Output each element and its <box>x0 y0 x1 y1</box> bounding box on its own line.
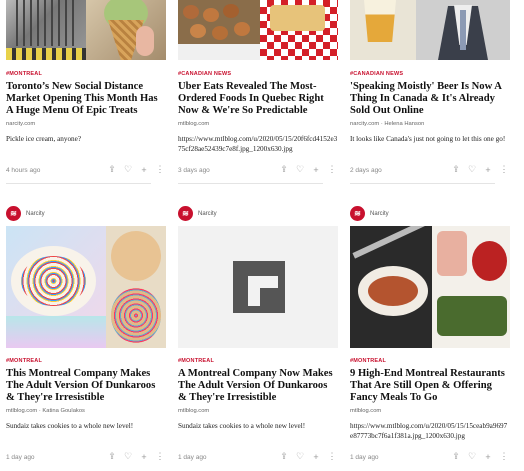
share-icon[interactable]: ⇪ <box>106 164 118 175</box>
article-source: mtlblog.com <box>178 121 210 127</box>
share-icon[interactable]: ⇪ <box>450 164 462 175</box>
article-actions: ⇪ ♡ + ⋮ <box>450 164 510 175</box>
article-title[interactable]: Toronto’s New Social Distance Market Ope… <box>6 81 166 117</box>
article-image[interactable] <box>178 226 338 348</box>
article-tag[interactable]: #CANADIAN NEWS <box>178 71 231 77</box>
article-tag[interactable]: #MONTREAL <box>350 358 386 364</box>
share-icon[interactable]: ⇪ <box>106 451 118 462</box>
divider <box>6 183 151 184</box>
share-icon[interactable]: ⇪ <box>278 164 290 175</box>
article-source: mtlblog.com <box>178 408 210 414</box>
article-title[interactable]: Uber Eats Revealed The Most-Ordered Food… <box>178 81 338 117</box>
divider <box>350 183 495 184</box>
article-title[interactable]: A Montreal Company Now Makes The Adult V… <box>178 368 338 404</box>
more-icon[interactable]: ⋮ <box>154 164 166 175</box>
flipboard-placeholder-icon <box>233 261 285 313</box>
plus-icon[interactable]: + <box>138 165 150 175</box>
heart-icon[interactable]: ♡ <box>122 451 134 462</box>
article-description: Sundaiz takes cookies to a whole new lev… <box>178 422 306 430</box>
publisher[interactable]: ≋ Narcity <box>350 206 389 221</box>
article-description: Sundaiz takes cookies to a whole new lev… <box>6 422 134 430</box>
article-description: Pickle ice cream, anyone? <box>6 135 82 143</box>
heart-icon[interactable]: ♡ <box>122 164 134 175</box>
article-age: 2 days ago <box>350 167 382 174</box>
article-title[interactable]: 9 High-End Montreal Restaurants That Are… <box>350 368 510 404</box>
article-image[interactable] <box>6 0 166 60</box>
share-icon[interactable]: ⇪ <box>278 451 290 462</box>
heart-icon[interactable]: ♡ <box>466 164 478 175</box>
article-actions: ⇪ ♡ + ⋮ <box>450 451 510 462</box>
article-age: 4 hours ago <box>6 167 41 174</box>
article-description: https://www.mtlblog.com/u/2020/05/15/15c… <box>350 422 508 440</box>
divider <box>178 183 323 184</box>
plus-icon[interactable]: + <box>482 165 494 175</box>
publisher-name: Narcity <box>198 210 217 217</box>
article-source: mtlblog.com <box>350 408 382 414</box>
article-image[interactable] <box>350 0 510 60</box>
publisher[interactable]: ≋ Narcity <box>6 206 45 221</box>
publisher-logo-icon: ≋ <box>178 206 193 221</box>
more-icon[interactable]: ⋮ <box>326 451 338 462</box>
more-icon[interactable]: ⋮ <box>498 451 510 462</box>
article-age: 1 day ago <box>178 454 207 461</box>
article-tag[interactable]: #MONTREAL <box>6 71 42 77</box>
article-description: https://www.mtlblog.com/u/2020/05/15/20f… <box>178 135 338 153</box>
article-age: 1 day ago <box>350 454 379 461</box>
heart-icon[interactable]: ♡ <box>294 164 306 175</box>
article-image[interactable] <box>178 0 338 60</box>
article-age: 3 days ago <box>178 167 210 174</box>
article-tag[interactable]: #MONTREAL <box>6 358 42 364</box>
article-tag[interactable]: #MONTREAL <box>178 358 214 364</box>
share-icon[interactable]: ⇪ <box>450 451 462 462</box>
article-source: narcity.com <box>6 121 36 127</box>
article-actions: ⇪ ♡ + ⋮ <box>106 164 166 175</box>
more-icon[interactable]: ⋮ <box>326 164 338 175</box>
article-actions: ⇪ ♡ + ⋮ <box>278 164 338 175</box>
article-actions: ⇪ ♡ + ⋮ <box>106 451 166 462</box>
article-title[interactable]: 'Speaking Moistly' Beer Is Now A Thing I… <box>350 81 510 117</box>
publisher-logo-icon: ≋ <box>350 206 365 221</box>
plus-icon[interactable]: + <box>310 452 322 462</box>
article-age: 1 day ago <box>6 454 35 461</box>
article-source: mtlblog.com · Katina Goulakos <box>6 408 85 414</box>
article-description: It looks like Canada's just not going to… <box>350 135 506 143</box>
article-image[interactable] <box>6 226 166 348</box>
heart-icon[interactable]: ♡ <box>294 451 306 462</box>
more-icon[interactable]: ⋮ <box>498 164 510 175</box>
article-actions: ⇪ ♡ + ⋮ <box>278 451 338 462</box>
article-title[interactable]: This Montreal Company Makes The Adult Ve… <box>6 368 166 404</box>
plus-icon[interactable]: + <box>310 165 322 175</box>
article-source: narcity.com · Helena Hanson <box>350 121 425 127</box>
plus-icon[interactable]: + <box>138 452 150 462</box>
article-image[interactable] <box>350 226 510 348</box>
more-icon[interactable]: ⋮ <box>154 451 166 462</box>
article-tag[interactable]: #CANADIAN NEWS <box>350 71 403 77</box>
publisher-name: Narcity <box>26 210 45 217</box>
heart-icon[interactable]: ♡ <box>466 451 478 462</box>
publisher-logo-icon: ≋ <box>6 206 21 221</box>
publisher-name: Narcity <box>370 210 389 217</box>
publisher[interactable]: ≋ Narcity <box>178 206 217 221</box>
plus-icon[interactable]: + <box>482 452 494 462</box>
